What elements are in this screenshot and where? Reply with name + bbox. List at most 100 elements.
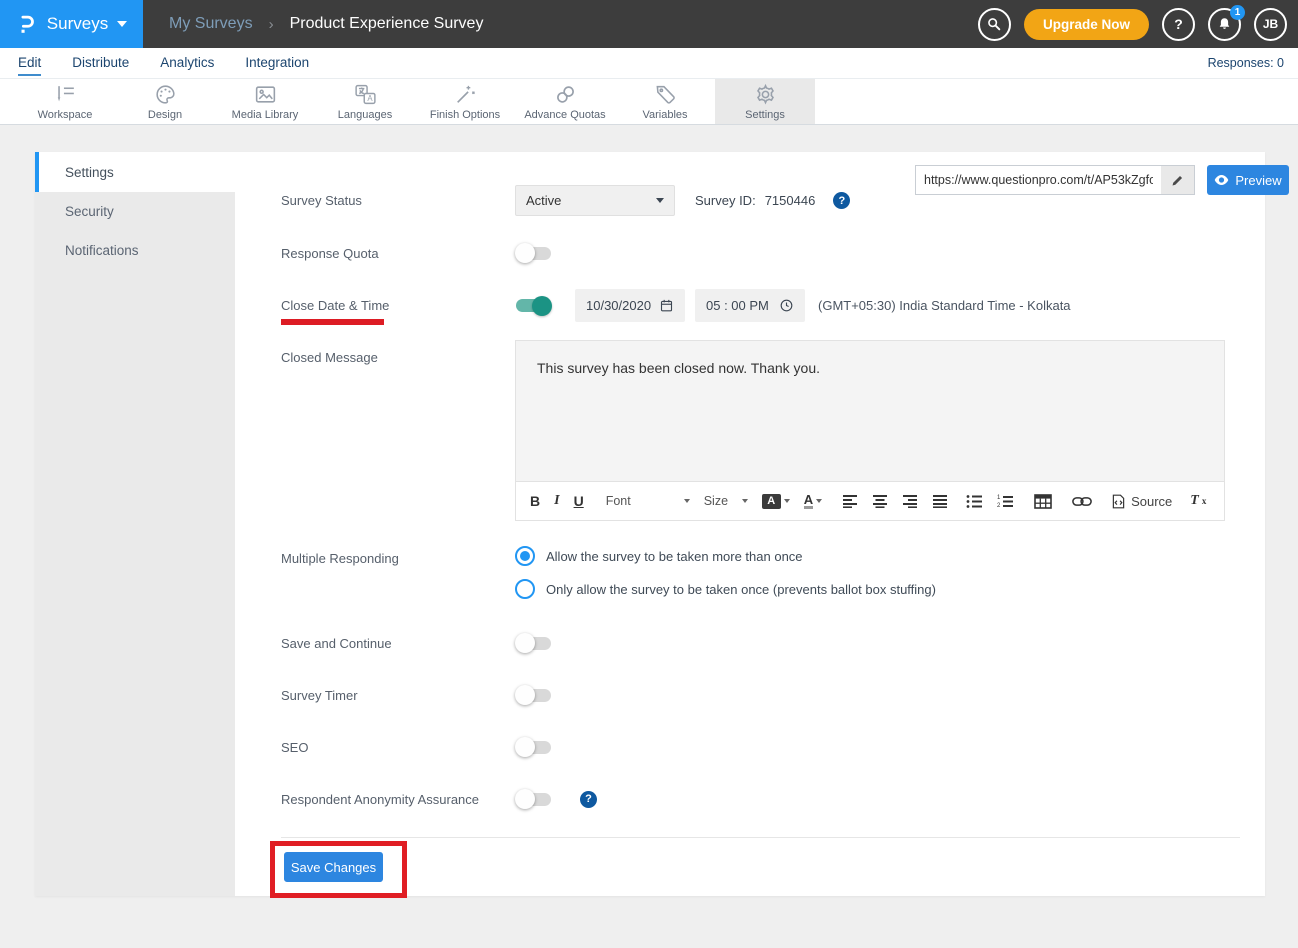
image-icon (253, 82, 278, 107)
toolbar-label: Finish Options (430, 109, 500, 121)
seo-label: SEO (281, 740, 515, 755)
align-center-button[interactable] (872, 494, 888, 508)
survey-status-row: Survey Status Active Survey ID: 7150446 … (281, 185, 850, 216)
palette-icon (153, 82, 178, 107)
avatar[interactable]: JB (1254, 8, 1287, 41)
edit-toolbar: Workspace Design Media Library A Languag… (0, 79, 1298, 125)
survey-url-field (915, 165, 1195, 195)
divider (281, 837, 1240, 838)
size-dropdown[interactable]: Size (704, 494, 748, 508)
save-and-continue-row: Save and Continue (281, 628, 552, 658)
survey-id-help-icon[interactable]: ? (833, 192, 850, 209)
toolbar-label: Advance Quotas (524, 109, 605, 121)
radio-option-once[interactable]: Only allow the survey to be taken once (… (515, 579, 936, 599)
rich-text-toolbar: B I U Font Size A A 12 Source Tx (516, 481, 1224, 520)
toolbar-label: Languages (338, 109, 392, 121)
translate-icon: A (353, 82, 378, 107)
survey-status-label: Survey Status (281, 193, 515, 208)
toolbar-item-advance-quotas[interactable]: Advance Quotas (515, 79, 615, 124)
toolbar-item-finish-options[interactable]: Finish Options (415, 79, 515, 124)
tab-distribute[interactable]: Distribute (72, 50, 129, 76)
toolbar-item-variables[interactable]: Variables (615, 79, 715, 124)
close-date-field[interactable]: 10/30/2020 (575, 289, 685, 322)
breadcrumb-separator: › (269, 16, 274, 33)
save-and-continue-label: Save and Continue (281, 636, 515, 651)
source-button[interactable]: Source (1112, 494, 1172, 509)
tab-analytics[interactable]: Analytics (160, 50, 214, 76)
preview-label: Preview (1235, 173, 1281, 188)
product-switcher[interactable]: Surveys (0, 0, 143, 48)
save-changes-button[interactable]: Save Changes (284, 852, 383, 882)
response-quota-label: Response Quota (281, 246, 515, 261)
survey-timer-label: Survey Timer (281, 688, 515, 703)
svg-text:2: 2 (997, 503, 1001, 508)
italic-button[interactable]: I (554, 493, 559, 509)
breadcrumb-my-surveys[interactable]: My Surveys (169, 15, 253, 33)
tab-edit[interactable]: Edit (18, 50, 41, 76)
response-quota-toggle[interactable] (515, 243, 552, 263)
survey-status-dropdown[interactable]: Active (515, 185, 675, 216)
close-date-value: 10/30/2020 (586, 298, 651, 313)
toolbar-item-workspace[interactable]: Workspace (15, 79, 115, 124)
close-date-time-row: Close Date & Time 10/30/2020 05 : 00 PM … (281, 289, 1071, 322)
align-left-button[interactable] (842, 494, 858, 508)
bullet-list-button[interactable] (966, 494, 983, 508)
chain-links-icon (553, 82, 578, 107)
align-right-button[interactable] (902, 494, 918, 508)
notification-badge: 1 (1230, 5, 1245, 20)
section-nav: Edit Distribute Analytics Integration Re… (0, 48, 1298, 79)
toolbar-label: Media Library (232, 109, 299, 121)
search-button[interactable] (978, 8, 1011, 41)
radio-option-label: Only allow the survey to be taken once (… (546, 582, 936, 597)
topbar-actions: Upgrade Now ? 1 JB (978, 8, 1298, 41)
sidebar-item-security[interactable]: Security (35, 192, 235, 231)
link-icon[interactable] (1072, 496, 1092, 507)
closed-message-label: Closed Message (281, 340, 515, 365)
annotation-red-underline (281, 319, 384, 325)
respondent-anonymity-label: Respondent Anonymity Assurance (281, 792, 515, 807)
radio-selected-icon[interactable] (515, 546, 535, 566)
underline-button[interactable]: U (574, 493, 584, 509)
preview-button[interactable]: Preview (1207, 165, 1289, 195)
save-and-continue-toggle[interactable] (515, 633, 552, 653)
toolbar-item-settings[interactable]: Settings (715, 79, 815, 124)
upgrade-now-button[interactable]: Upgrade Now (1024, 9, 1149, 40)
close-date-time-toggle[interactable] (515, 296, 552, 316)
tab-integration[interactable]: Integration (245, 50, 309, 76)
settings-card: Settings Security Notifications Survey S… (35, 152, 1265, 896)
close-date-time-label: Close Date & Time (281, 298, 515, 313)
respondent-anonymity-toggle[interactable] (515, 789, 552, 809)
responses-count: Responses: 0 (1208, 56, 1284, 70)
toolbar-label: Variables (642, 109, 687, 121)
chevron-down-icon (784, 499, 790, 503)
survey-timer-toggle[interactable] (515, 685, 552, 705)
sidebar-item-notifications[interactable]: Notifications (35, 231, 235, 270)
survey-url-input[interactable] (916, 166, 1161, 194)
close-time-field[interactable]: 05 : 00 PM (695, 289, 805, 322)
text-color-button[interactable]: A (804, 493, 822, 509)
numbered-list-button[interactable]: 12 (997, 494, 1014, 508)
edit-url-button[interactable] (1161, 166, 1194, 194)
search-icon (986, 16, 1002, 32)
respondent-anonymity-help-icon[interactable]: ? (580, 791, 597, 808)
svg-text:A: A (367, 94, 373, 103)
close-time-value: 05 : 00 PM (706, 298, 769, 313)
toolbar-item-media-library[interactable]: Media Library (215, 79, 315, 124)
insert-table-button[interactable] (1034, 494, 1052, 509)
align-justify-button[interactable] (932, 494, 948, 508)
closed-message-textarea[interactable]: This survey has been closed now. Thank y… (516, 341, 1224, 481)
font-dropdown[interactable]: Font (606, 494, 690, 508)
radio-option-multiple[interactable]: Allow the survey to be taken more than o… (515, 546, 936, 566)
seo-toggle[interactable] (515, 737, 552, 757)
radio-unselected-icon[interactable] (515, 579, 535, 599)
background-color-button[interactable]: A (762, 494, 790, 509)
help-button[interactable]: ? (1162, 8, 1195, 41)
toolbar-item-languages[interactable]: A Languages (315, 79, 415, 124)
toolbar-item-design[interactable]: Design (115, 79, 215, 124)
calendar-icon (659, 298, 674, 313)
toolbar-label: Workspace (38, 109, 93, 121)
bold-button[interactable]: B (530, 493, 540, 509)
sidebar-item-settings[interactable]: Settings (35, 152, 235, 192)
remove-format-button[interactable]: Tx (1190, 493, 1206, 509)
notifications-button[interactable]: 1 (1208, 8, 1241, 41)
